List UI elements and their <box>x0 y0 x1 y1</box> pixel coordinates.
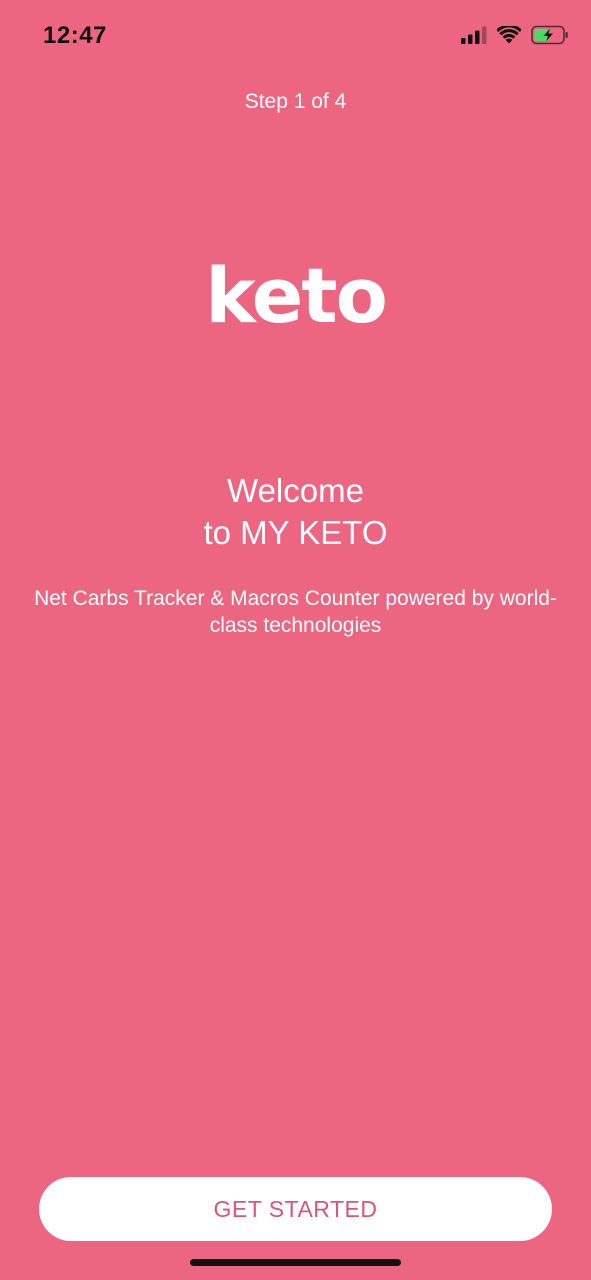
keto-logo: keto <box>205 251 388 340</box>
onboarding-screen: 12:47 Step 1 of 4 keto Welcome to MY KET… <box>0 0 591 1280</box>
welcome-subtitle: Net Carbs Tracker & Macros Counter power… <box>34 587 557 637</box>
get-started-button[interactable]: GET STARTED <box>39 1177 552 1241</box>
battery-charging-icon <box>531 25 569 45</box>
step-indicator: Step 1 of 4 <box>244 90 347 113</box>
welcome-line-1: Welcome <box>227 472 364 509</box>
cellular-signal-icon <box>461 26 487 44</box>
status-icons <box>461 25 569 45</box>
welcome-heading: Welcome to MY KETO <box>0 470 591 554</box>
wifi-icon <box>497 26 521 44</box>
status-time: 12:47 <box>43 22 107 49</box>
status-bar: 12:47 <box>0 0 591 74</box>
welcome-line-2: to MY KETO <box>203 514 388 551</box>
home-indicator[interactable] <box>190 1259 401 1266</box>
